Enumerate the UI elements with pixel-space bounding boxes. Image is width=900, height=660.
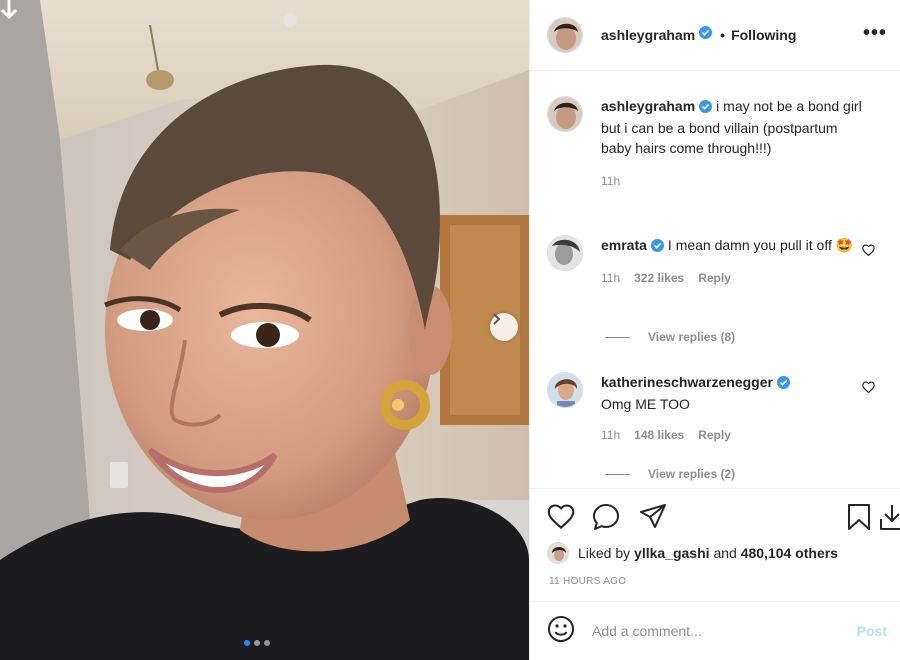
commenter-avatar[interactable] bbox=[547, 235, 583, 271]
comment-item: emrata I mean damn you pull it off 🤩 11h … bbox=[547, 235, 887, 285]
comment-username[interactable]: katherineschwarzenegger bbox=[601, 374, 773, 390]
view-replies-button[interactable]: View replies (8) bbox=[605, 330, 735, 344]
author-username[interactable]: ashleygraham bbox=[601, 27, 695, 43]
post-timestamp[interactable]: 11 HOURS AGO bbox=[549, 576, 626, 587]
caption: ashleygraham i may not be a bond girl but… bbox=[547, 96, 887, 188]
verified-badge-icon bbox=[699, 98, 713, 118]
carousel-dot bbox=[244, 640, 250, 646]
reply-button[interactable]: Reply bbox=[698, 428, 731, 442]
comment-likes[interactable]: 322 likes bbox=[634, 271, 684, 285]
comment-text: Omg ME TOO bbox=[601, 396, 690, 412]
selfie-illustration bbox=[0, 0, 529, 660]
carousel-indicator bbox=[244, 640, 270, 646]
view-replies-label: View replies (2) bbox=[648, 467, 736, 481]
more-options-icon[interactable]: ••• bbox=[863, 22, 887, 45]
comment-likes[interactable]: 148 likes bbox=[634, 428, 684, 442]
comment-input[interactable] bbox=[592, 623, 832, 639]
carousel-next-button[interactable] bbox=[490, 313, 518, 341]
author-avatar[interactable] bbox=[547, 17, 583, 53]
add-comment-bar: Post bbox=[530, 601, 900, 660]
comment-username[interactable]: emrata bbox=[601, 237, 647, 253]
verified-badge-icon bbox=[776, 374, 790, 394]
comment-text: I mean damn you pull it off 🤩 bbox=[667, 237, 854, 253]
verified-badge-icon bbox=[650, 237, 664, 257]
likes-count[interactable]: 480,104 others bbox=[741, 545, 838, 561]
verified-badge-icon bbox=[699, 26, 713, 44]
view-replies-label: View replies (8) bbox=[648, 330, 736, 344]
replies-divider bbox=[605, 473, 630, 475]
chevron-right-icon bbox=[493, 313, 501, 325]
reply-button[interactable]: Reply bbox=[698, 271, 731, 285]
comment-time[interactable]: 11h bbox=[601, 271, 620, 285]
following-button[interactable]: Following bbox=[731, 27, 796, 43]
replies-divider bbox=[605, 336, 630, 338]
share-paper-plane-icon[interactable] bbox=[639, 503, 667, 534]
like-heart-icon[interactable] bbox=[547, 503, 575, 534]
comment-time[interactable]: 11h bbox=[601, 428, 620, 442]
view-replies-button[interactable]: View replies (2) bbox=[605, 467, 735, 481]
carousel-dot bbox=[254, 640, 260, 646]
comment-bubble-icon[interactable] bbox=[592, 503, 620, 536]
emoji-icon[interactable] bbox=[547, 615, 575, 648]
liked-by-joiner: and bbox=[713, 545, 737, 561]
comment-item: katherineschwarzenegger Omg ME TOO 11h 1… bbox=[547, 372, 887, 442]
like-comment-heart-icon[interactable] bbox=[862, 380, 875, 398]
post-actions: Liked by yllka_gashi and 480,104 others … bbox=[530, 488, 900, 600]
caption-time[interactable]: 11h bbox=[601, 174, 620, 188]
save-bookmark-icon[interactable] bbox=[847, 503, 871, 536]
liked-by-prefix: Liked by bbox=[578, 545, 631, 561]
liker-avatar[interactable] bbox=[547, 542, 569, 564]
post-photo[interactable] bbox=[0, 0, 529, 660]
likes-summary: Liked by yllka_gashi and 480,104 others bbox=[547, 542, 838, 564]
post-comment-button[interactable]: Post bbox=[857, 623, 887, 639]
post-header: ashleygraham • Following ••• bbox=[530, 0, 900, 71]
separator-dot: • bbox=[720, 27, 726, 43]
liker-username[interactable]: yllka_gashi bbox=[634, 545, 710, 561]
like-comment-heart-icon[interactable] bbox=[862, 243, 875, 261]
download-icon[interactable] bbox=[879, 503, 900, 536]
commenter-avatar[interactable] bbox=[547, 372, 583, 408]
post-details-panel: ashleygraham • Following ••• ashleygraha… bbox=[529, 0, 900, 660]
caption-username[interactable]: ashleygraham bbox=[601, 98, 695, 114]
carousel-dot bbox=[264, 640, 270, 646]
comments-list: ashleygraham i may not be a bond girl but… bbox=[530, 72, 900, 488]
author-avatar[interactable] bbox=[547, 96, 583, 132]
